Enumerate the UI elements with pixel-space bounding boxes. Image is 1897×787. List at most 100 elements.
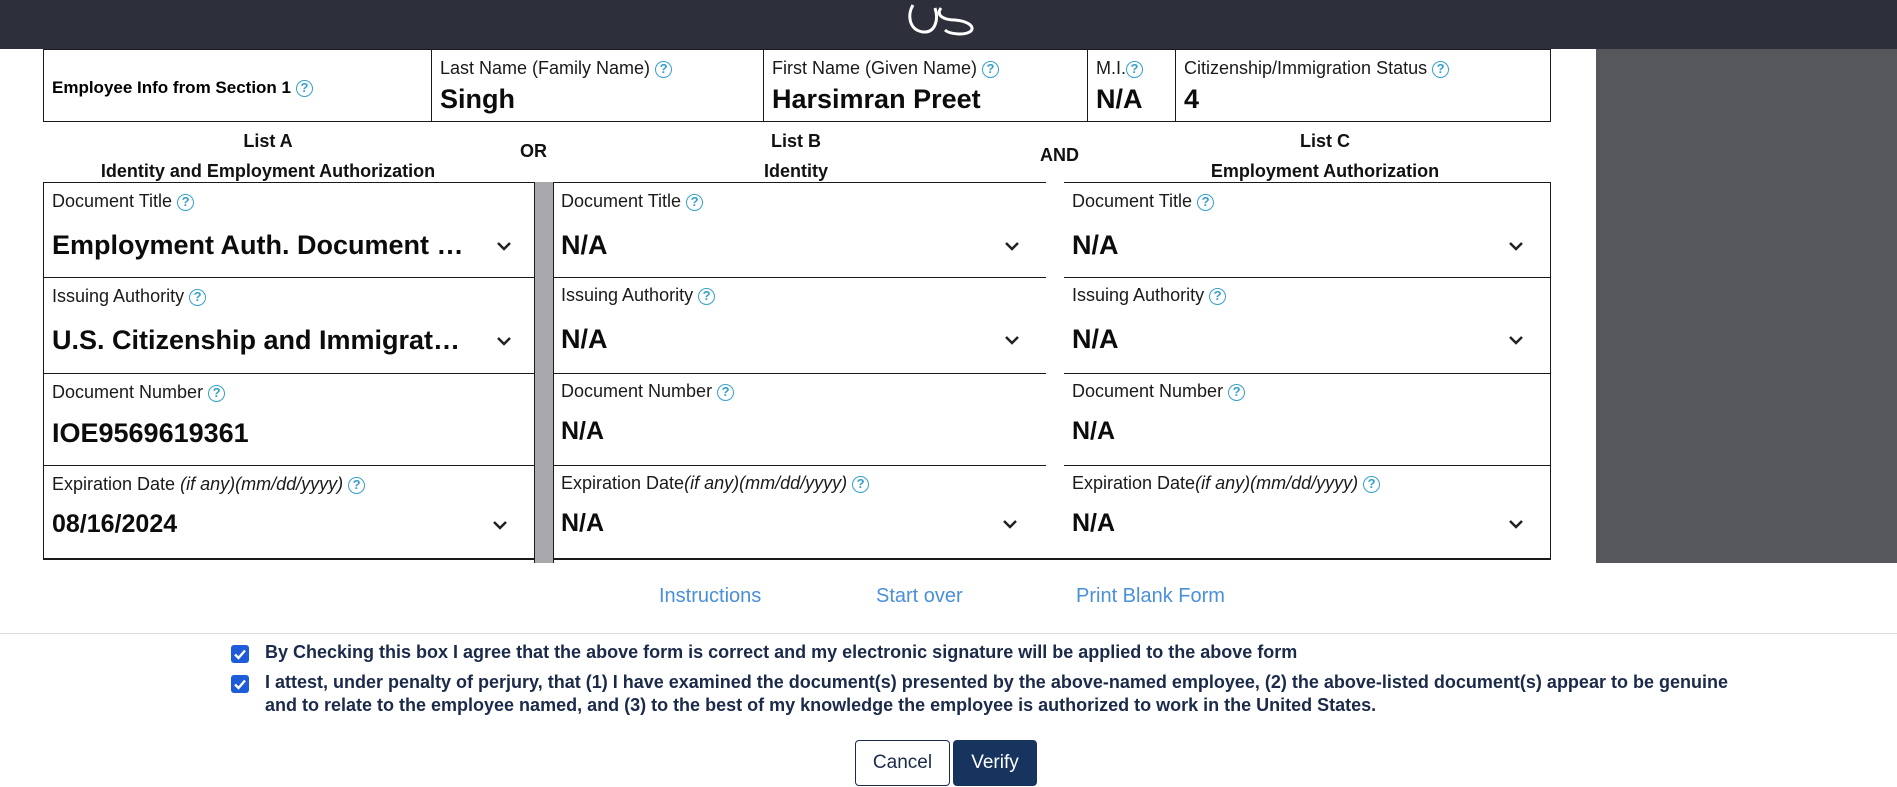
list-a-document-number-label: Document Number <box>52 382 204 402</box>
signature-agreement-checkbox[interactable] <box>231 645 249 663</box>
list-c-expiration-date-value: N/A <box>1072 509 1116 537</box>
list-b-expiration-date-label: Expiration Date <box>561 473 685 493</box>
list-b-expiration-date-format: (if any)(mm/dd/yyyy) <box>684 473 848 493</box>
chevron-down-icon[interactable] <box>493 330 515 352</box>
chevron-down-icon[interactable] <box>493 235 515 257</box>
verify-button[interactable]: Verify <box>953 740 1037 786</box>
section-2-form: Employee Info from Section 1? Last Name … <box>0 49 1596 563</box>
first-name-cell: First Name (Given Name)? Harsimran Preet <box>763 49 1088 122</box>
help-icon[interactable]: ? <box>1197 193 1215 211</box>
print-blank-form-link[interactable]: Print Blank Form <box>1076 585 1225 608</box>
help-icon[interactable]: ? <box>177 193 195 211</box>
help-icon[interactable]: ? <box>698 287 716 305</box>
list-a-issuing-authority-value: U.S. Citizenship and Immigration Service… <box>52 325 464 355</box>
last-name-label: Last Name (Family Name) <box>440 58 651 78</box>
list-a-document-title-value: Employment Auth. Document (Form I-766) <box>52 230 472 260</box>
list-b-issuing-authority-field[interactable]: Issuing Authority? N/A <box>553 277 1046 374</box>
list-a-expiration-date-field[interactable]: Expiration Date (if any)(mm/dd/yyyy)? 08… <box>43 465 535 560</box>
help-icon[interactable]: ? <box>686 193 704 211</box>
middle-initial-value: N/A <box>1096 84 1143 114</box>
list-c-expiration-date-field[interactable]: Expiration Date(if any)(mm/dd/yyyy)? N/A <box>1064 465 1551 560</box>
list-c-issuing-authority-value: N/A <box>1072 324 1119 354</box>
last-name-cell: Last Name (Family Name)? Singh <box>431 49 764 122</box>
list-c-document-number-label: Document Number <box>1072 381 1224 401</box>
list-a-document-title-field[interactable]: Document Title? Employment Auth. Documen… <box>43 182 535 278</box>
list-b-document-title-field[interactable]: Document Title? N/A <box>553 182 1046 278</box>
list-c-expiration-date-format: (if any)(mm/dd/yyyy) <box>1195 473 1359 493</box>
list-b-expiration-date-field[interactable]: Expiration Date(if any)(mm/dd/yyyy)? N/A <box>553 465 1046 560</box>
checkmark-icon <box>234 679 246 690</box>
help-icon[interactable]: ? <box>296 80 313 98</box>
help-icon[interactable]: ? <box>982 60 1000 78</box>
list-b-issuing-authority-label: Issuing Authority <box>561 285 694 305</box>
attestation-text-line-1: I attest, under penalty of perjury, that… <box>265 672 1728 692</box>
chevron-down-icon[interactable] <box>1505 513 1527 535</box>
citizenship-status-cell: Citizenship/Immigration Status? 4 <box>1175 49 1551 122</box>
list-b-document-number-field[interactable]: Document Number? N/A <box>553 373 1046 466</box>
middle-initial-cell: M.I.? N/A <box>1087 49 1176 122</box>
list-a-document-number-field[interactable]: Document Number? IOE9569619361 <box>43 373 535 466</box>
list-c-header: List C Employment Authorization <box>1065 126 1585 186</box>
employee-info-section-label: Employee Info from Section 1 <box>52 78 291 97</box>
list-c-expiration-date-label: Expiration Date <box>1072 473 1196 493</box>
last-name-value: Singh <box>440 84 515 114</box>
list-a-expiration-date-label: Expiration Date <box>52 474 181 494</box>
help-icon[interactable]: ? <box>655 60 673 78</box>
help-icon[interactable]: ? <box>1209 287 1227 305</box>
list-b-document-number-value: N/A <box>561 417 605 445</box>
list-a-title: List A <box>243 131 293 151</box>
help-icon[interactable]: ? <box>348 476 366 494</box>
signature-agreement-text: By Checking this box I agree that the ab… <box>265 642 1298 662</box>
list-c-issuing-authority-label: Issuing Authority <box>1072 285 1205 305</box>
help-icon[interactable]: ? <box>208 384 226 402</box>
employee-info-section-label-cell: Employee Info from Section 1? <box>43 49 432 122</box>
cancel-button[interactable]: Cancel <box>855 740 950 786</box>
citizenship-status-value: 4 <box>1184 84 1200 114</box>
list-b-issuing-authority-value: N/A <box>561 324 608 354</box>
help-icon[interactable]: ? <box>1228 383 1246 401</box>
chevron-down-icon[interactable] <box>1001 329 1023 351</box>
first-name-label: First Name (Given Name) <box>772 58 978 78</box>
start-over-link[interactable]: Start over <box>876 585 963 608</box>
list-c-document-title-value: N/A <box>1072 230 1119 260</box>
middle-initial-label: M.I. <box>1096 58 1126 78</box>
list-c-issuing-authority-field[interactable]: Issuing Authority? N/A <box>1064 277 1551 374</box>
list-bc-next-row-border <box>553 558 1551 563</box>
or-connector: OR <box>520 141 547 161</box>
list-c-document-number-field[interactable]: Document Number? N/A <box>1064 373 1551 466</box>
chevron-down-icon[interactable] <box>999 513 1021 535</box>
instructions-link[interactable]: Instructions <box>659 585 761 608</box>
list-c-document-title-field[interactable]: Document Title? N/A <box>1064 182 1551 278</box>
chevron-down-icon[interactable] <box>1001 235 1023 257</box>
list-b-document-title-value: N/A <box>561 230 608 260</box>
help-icon[interactable]: ? <box>189 288 207 306</box>
list-a-issuing-authority-label: Issuing Authority <box>52 286 185 306</box>
list-a-header: List A Identity and Employment Authoriza… <box>43 126 493 186</box>
chevron-down-icon[interactable] <box>489 514 511 536</box>
list-a-expiration-date-format: (if any)(mm/dd/yyyy) <box>180 474 344 494</box>
help-icon[interactable]: ? <box>1432 60 1450 78</box>
list-a-issuing-authority-field[interactable]: Issuing Authority? U.S. Citizenship and … <box>43 277 535 374</box>
list-b-header: List B Identity <box>546 126 1046 186</box>
help-icon[interactable]: ? <box>717 383 735 401</box>
section-divider <box>0 633 1897 634</box>
help-icon[interactable]: ? <box>1363 475 1381 493</box>
brand-logo-icon <box>908 4 974 36</box>
list-c-document-title-label: Document Title <box>1072 191 1193 211</box>
list-b-title: List B <box>770 131 821 151</box>
attestation-text: I attest, under penalty of perjury, that… <box>265 671 1745 717</box>
help-icon[interactable]: ? <box>852 475 870 493</box>
help-icon[interactable]: ? <box>1126 60 1143 78</box>
attestation-checkbox[interactable] <box>231 675 249 693</box>
list-a-next-row-border <box>43 558 535 563</box>
list-b-document-number-label: Document Number <box>561 381 713 401</box>
chevron-down-icon[interactable] <box>1505 235 1527 257</box>
citizenship-status-label: Citizenship/Immigration Status <box>1184 58 1428 78</box>
side-panel <box>1596 49 1897 563</box>
checkmark-icon <box>234 649 246 660</box>
first-name-value: Harsimran Preet <box>772 84 981 114</box>
list-b-document-title-label: Document Title <box>561 191 682 211</box>
list-c-title: List C <box>1299 131 1350 151</box>
list-b-expiration-date-value: N/A <box>561 509 605 537</box>
chevron-down-icon[interactable] <box>1505 329 1527 351</box>
